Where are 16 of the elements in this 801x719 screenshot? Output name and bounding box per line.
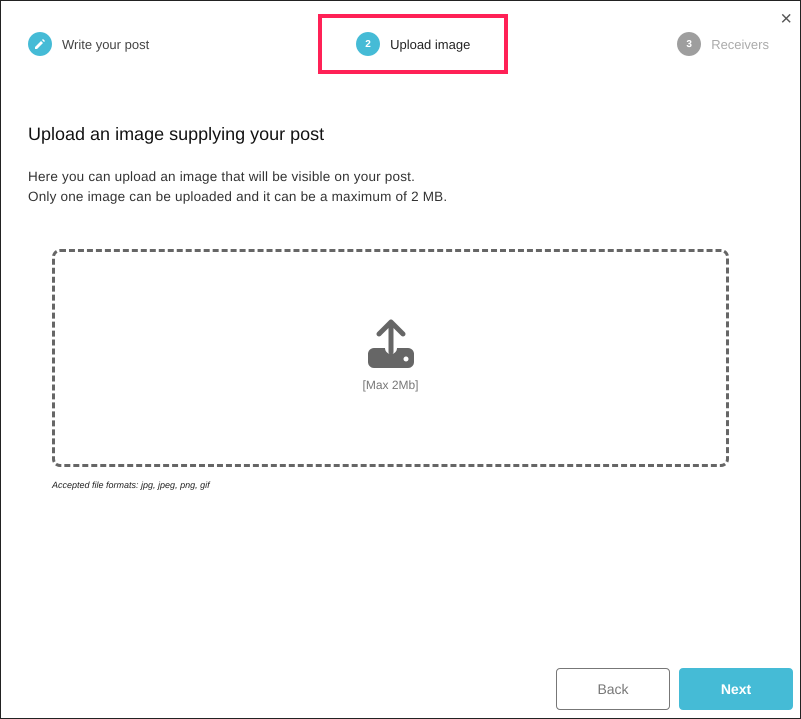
size-hint: [Max 2Mb] (362, 378, 418, 392)
step-label: Write your post (62, 36, 150, 52)
back-button[interactable]: Back (556, 668, 670, 710)
upload-dropzone[interactable]: [Max 2Mb] (52, 249, 729, 467)
next-button[interactable]: Next (679, 668, 793, 710)
step-label: Upload image (390, 36, 470, 52)
step-label: Receivers (711, 36, 769, 52)
pencil-icon (35, 39, 45, 49)
accepted-formats-note: Accepted file formats: jpg, jpeg, png, gif (52, 480, 212, 490)
wizard-step[interactable]: Write your post (24, 14, 154, 74)
step-number-badge: 3 (677, 32, 702, 56)
close-button[interactable]: × (778, 9, 794, 29)
highlighted-step[interactable]: 2 Upload image (318, 14, 508, 74)
page-heading: Upload an image supplying your post (28, 124, 326, 145)
description-text: Here you can upload an image that will be visible on your post. Only one image can be uploaded and it can be a maximum of 2 MB. (28, 168, 448, 206)
step-number-badge: 2 (356, 32, 380, 56)
